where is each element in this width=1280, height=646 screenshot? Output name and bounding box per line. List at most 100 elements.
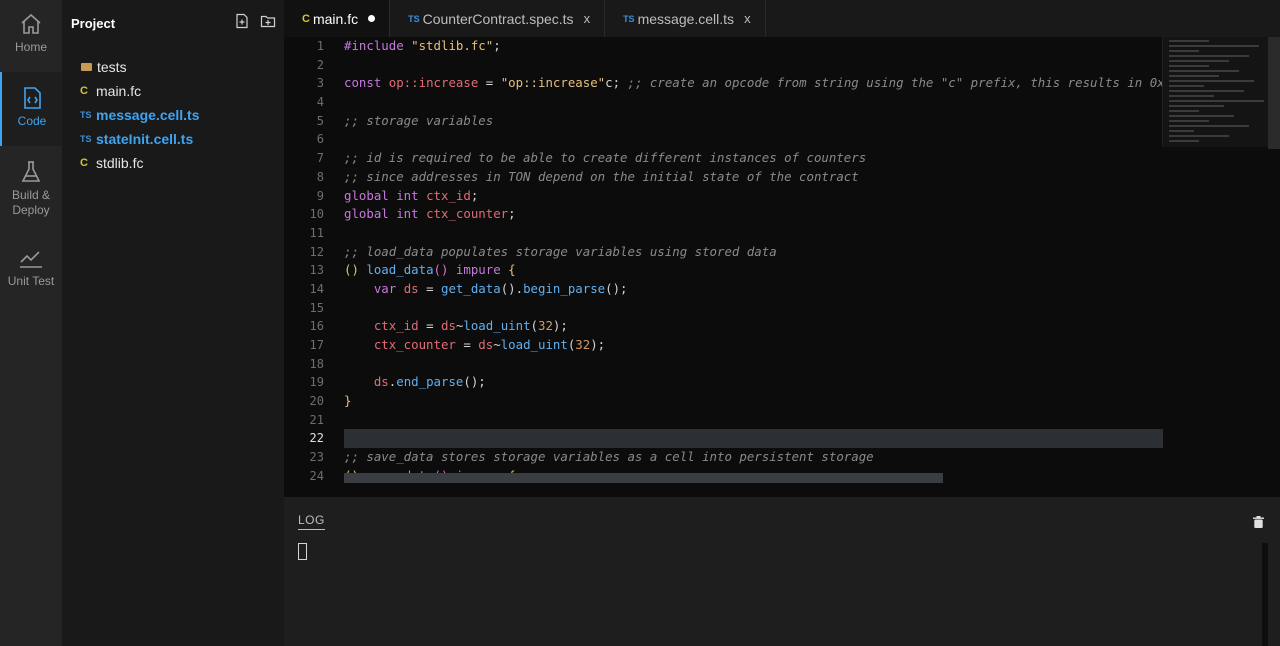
tree-item-label: stateInit.cell.ts xyxy=(96,131,194,147)
line-number: 20 xyxy=(309,394,324,409)
tree-item-message-cell-ts[interactable]: TS message.cell.ts xyxy=(80,103,280,127)
tree-item-stdlib-fc[interactable]: C stdlib.fc xyxy=(80,151,280,175)
log-scrollbar[interactable] xyxy=(1262,543,1268,646)
code-line: ctx_counter = ds~load_uint(32); xyxy=(344,337,606,352)
code-line: ;; since addresses in TON depend on the … xyxy=(344,168,859,184)
tree-item-stateinit-cell-ts[interactable]: TS stateInit.cell.ts xyxy=(80,127,280,151)
log-panel: LOG xyxy=(284,497,1280,646)
tab-main-fc[interactable]: C main.fc xyxy=(284,0,391,37)
line-number: 22 xyxy=(309,431,324,446)
terminal-cursor[interactable] xyxy=(298,543,307,560)
line-number: 13 xyxy=(309,263,324,278)
minimap[interactable] xyxy=(1162,37,1280,147)
code-area[interactable]: #include "stdlib.fc"; const op::increase… xyxy=(344,37,1280,486)
activity-code-label: Code xyxy=(17,114,47,128)
activity-unit-test-label: Unit Test xyxy=(7,274,55,288)
line-number: 18 xyxy=(309,356,324,371)
flask-icon xyxy=(21,161,41,182)
line-number: 4 xyxy=(316,95,324,110)
ts-file-icon: TS xyxy=(80,134,92,144)
tab-label: main.fc xyxy=(312,10,359,27)
tree-item-label: main.fc xyxy=(96,83,142,99)
line-number-gutter: 1 2 3 4 5 6 7 8 9 10 11 12 13 14 15 16 17 18 19 20 21 22 23 24 xyxy=(284,37,324,486)
activity-build-deploy-label: Build & Deploy xyxy=(11,188,51,217)
code-line: global int ctx_id; xyxy=(344,187,479,203)
ts-file-icon: TS xyxy=(80,110,92,120)
trash-icon[interactable] xyxy=(1253,515,1264,528)
code-icon xyxy=(24,87,41,109)
activity-home-label: Home xyxy=(14,40,47,54)
tree-item-label: message.cell.ts xyxy=(96,107,200,123)
line-number: 6 xyxy=(316,132,324,147)
activity-code[interactable]: Code xyxy=(0,72,62,146)
line-number: 9 xyxy=(316,188,324,203)
log-tab[interactable]: LOG xyxy=(298,513,325,530)
line-number: 21 xyxy=(309,412,324,427)
line-number: 14 xyxy=(309,281,324,296)
code-line: ;; save_data stores storage variables as… xyxy=(344,449,874,465)
tree-item-tests[interactable]: tests xyxy=(80,55,280,79)
line-number: 5 xyxy=(316,113,324,128)
folder-icon xyxy=(81,63,92,71)
line-number: 3 xyxy=(316,76,324,91)
line-number: 8 xyxy=(316,169,324,184)
text-selection xyxy=(344,473,943,483)
line-number: 23 xyxy=(309,450,324,465)
line-number: 15 xyxy=(309,300,324,315)
line-number: 7 xyxy=(316,151,324,166)
tree-item-main-fc[interactable]: C main.fc xyxy=(80,79,280,103)
line-number: 10 xyxy=(309,207,324,222)
code-line: ds.end_parse(); xyxy=(344,374,486,390)
code-editor[interactable]: 1 2 3 4 5 6 7 8 9 10 11 12 13 14 15 16 17 18 19 20 21 22 23 24 … xyxy=(284,37,1280,497)
activity-bar: Home Code Build & Deploy Unit Test xyxy=(0,0,62,646)
test-icon xyxy=(20,251,42,268)
activity-build-deploy[interactable]: Build & Deploy xyxy=(0,160,62,230)
line-number: 16 xyxy=(309,319,324,334)
fc-file-icon: C xyxy=(80,157,88,169)
tab-countercontract-spec-ts[interactable]: TS CounterContract.spec.ts x xyxy=(390,0,606,37)
tree-item-label: stdlib.fc xyxy=(96,155,144,171)
line-number: 19 xyxy=(309,375,324,390)
activity-unit-test[interactable]: Unit Test xyxy=(0,248,62,318)
explorer-panel: Project tests C main.fc TS message.cell.… xyxy=(62,0,284,646)
unsaved-dot-icon[interactable] xyxy=(368,15,376,22)
code-line: const op::increase = "op::increase"c; ;;… xyxy=(344,75,1280,91)
new-file-icon[interactable] xyxy=(234,13,250,29)
code-line: #include "stdlib.fc"; xyxy=(344,38,501,53)
new-folder-icon[interactable] xyxy=(260,13,276,29)
ts-file-icon: TS xyxy=(623,13,635,24)
code-line: ;; load_data populates storage variables… xyxy=(344,243,777,259)
ts-file-icon: TS xyxy=(408,13,420,24)
tab-message-cell-ts[interactable]: TS message.cell.ts x xyxy=(605,0,766,37)
code-line: global int ctx_counter; xyxy=(344,206,516,222)
line-number: 24 xyxy=(309,468,324,483)
code-line: ;; storage variables xyxy=(344,112,494,128)
line-number: 1 xyxy=(316,39,324,53)
fc-file-icon: C xyxy=(302,12,310,25)
editor-tabs: C main.fc TS CounterContract.spec.ts x T… xyxy=(284,0,1280,37)
line-number: 2 xyxy=(316,57,324,72)
code-line: () load_data() impure { xyxy=(344,262,516,278)
explorer-title: Project xyxy=(71,16,116,31)
line-number: 12 xyxy=(309,244,324,259)
close-icon[interactable]: x xyxy=(744,11,751,26)
home-icon xyxy=(21,13,41,34)
tree-item-label: tests xyxy=(97,59,127,75)
line-number: 11 xyxy=(309,225,324,240)
tab-label: CounterContract.spec.ts xyxy=(422,10,574,27)
explorer-actions xyxy=(234,13,276,29)
close-icon[interactable]: x xyxy=(584,11,591,26)
code-line: } xyxy=(344,393,352,409)
code-line: ctx_id = ds~load_uint(32); xyxy=(344,318,568,334)
file-tree: tests C main.fc TS message.cell.ts TS st… xyxy=(80,55,280,175)
editor-scrollbar[interactable] xyxy=(1268,37,1280,149)
line-number: 17 xyxy=(309,338,324,352)
current-code-line xyxy=(344,429,1163,449)
